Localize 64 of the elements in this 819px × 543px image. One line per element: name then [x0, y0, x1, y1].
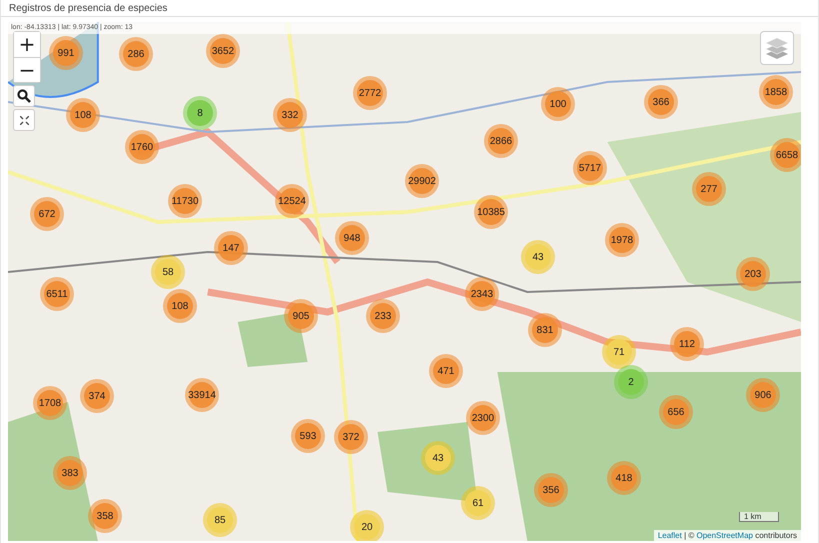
- cluster-marker[interactable]: 12524: [275, 184, 309, 218]
- attribution-text: | ©: [683, 531, 696, 540]
- cluster-marker[interactable]: 2343: [465, 277, 499, 311]
- cluster-marker[interactable]: 233: [366, 299, 400, 333]
- attribution-text: contributors: [754, 531, 797, 540]
- cluster-marker[interactable]: 71: [602, 335, 636, 369]
- cluster-marker[interactable]: 358: [88, 499, 122, 533]
- openstreetmap-link[interactable]: OpenStreetMap: [696, 531, 753, 540]
- fullscreen-button[interactable]: [13, 109, 35, 131]
- zoom-out-button[interactable]: −: [14, 57, 40, 82]
- cluster-marker[interactable]: 418: [607, 461, 641, 495]
- cluster-marker[interactable]: 372: [334, 420, 368, 454]
- cluster-marker[interactable]: 471: [429, 354, 463, 388]
- cluster-marker[interactable]: 2300: [466, 401, 500, 435]
- cluster-marker[interactable]: 112: [670, 327, 704, 361]
- cluster-marker[interactable]: 58: [151, 255, 185, 289]
- cluster-marker[interactable]: 203: [736, 257, 770, 291]
- leaflet-link[interactable]: Leaflet: [658, 531, 682, 540]
- cluster-marker[interactable]: 43: [421, 441, 455, 475]
- cluster-marker[interactable]: 6511: [40, 277, 74, 311]
- cluster-marker[interactable]: 20: [350, 510, 384, 541]
- cluster-marker[interactable]: 277: [692, 172, 726, 206]
- cluster-marker[interactable]: 831: [528, 313, 562, 347]
- scale-bar: 1 km: [739, 512, 779, 522]
- cluster-marker[interactable]: 2866: [484, 124, 518, 158]
- cluster-marker[interactable]: 593: [291, 419, 325, 453]
- cluster-marker[interactable]: 1978: [605, 223, 639, 257]
- search-icon: [17, 89, 31, 103]
- cluster-marker[interactable]: 383: [53, 456, 87, 490]
- cluster-marker[interactable]: 905: [284, 299, 318, 333]
- cluster-marker[interactable]: 1858: [759, 75, 793, 109]
- cluster-marker[interactable]: 374: [80, 379, 114, 413]
- cluster-marker[interactable]: 332: [273, 98, 307, 132]
- cluster-marker[interactable]: 3652: [206, 34, 240, 68]
- cluster-marker[interactable]: 10385: [474, 195, 508, 229]
- cluster-marker[interactable]: 8: [183, 96, 217, 130]
- cluster-marker[interactable]: 2: [614, 365, 648, 399]
- cluster-marker[interactable]: 108: [163, 289, 197, 323]
- cluster-marker[interactable]: 6658: [770, 138, 801, 172]
- cluster-marker[interactable]: 1708: [33, 386, 67, 420]
- cluster-marker[interactable]: 1760: [125, 130, 159, 164]
- cluster-marker[interactable]: 61: [461, 486, 495, 520]
- cluster-marker[interactable]: 286: [119, 37, 153, 71]
- cluster-marker[interactable]: 356: [534, 473, 568, 507]
- cluster-marker[interactable]: 2772: [353, 76, 387, 110]
- cluster-marker[interactable]: 656: [659, 395, 693, 429]
- cluster-marker[interactable]: 11730: [168, 184, 202, 218]
- cluster-marker[interactable]: 5717: [573, 151, 607, 185]
- cluster-marker[interactable]: 85: [203, 503, 237, 537]
- cluster-marker[interactable]: 991: [49, 36, 83, 70]
- cluster-marker[interactable]: 366: [644, 85, 678, 119]
- cluster-marker[interactable]: 672: [30, 197, 64, 231]
- cluster-marker[interactable]: 43: [521, 240, 555, 274]
- cluster-marker[interactable]: 33914: [185, 378, 219, 412]
- fullscreen-icon: [20, 116, 28, 124]
- cluster-marker[interactable]: 29902: [405, 164, 439, 198]
- cluster-marker[interactable]: 100: [541, 87, 575, 121]
- cluster-marker[interactable]: 948: [335, 221, 369, 255]
- search-button[interactable]: [13, 85, 35, 107]
- cluster-marker[interactable]: 147: [214, 231, 248, 265]
- panel-title: Registros de presencia de especies: [9, 2, 168, 14]
- cluster-marker[interactable]: 906: [746, 378, 780, 412]
- cluster-marker[interactable]: 108: [66, 98, 100, 132]
- layers-icon: [764, 35, 790, 61]
